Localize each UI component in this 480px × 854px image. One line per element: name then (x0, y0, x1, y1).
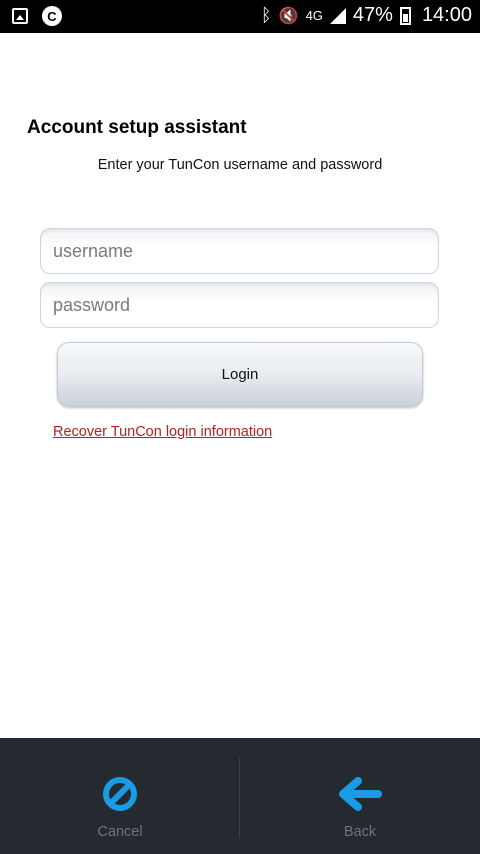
gallery-notification-icon (12, 8, 28, 24)
back-button[interactable]: Back (240, 738, 480, 854)
back-arrow-icon (336, 776, 384, 812)
mute-icon: 🔇 (278, 7, 299, 25)
cancel-icon (102, 776, 138, 812)
back-label: Back (343, 824, 377, 840)
battery-icon (399, 6, 411, 25)
network-type: 4G (305, 8, 323, 23)
cancel-button[interactable]: Cancel (0, 738, 240, 854)
username-field[interactable] (40, 228, 439, 274)
page-title: Account setup assistant (27, 117, 247, 138)
bluetooth-icon: ᛒ (260, 5, 272, 25)
battery-percent: 47% (352, 4, 393, 26)
password-field[interactable] (40, 282, 439, 328)
status-bar: C ᛒ 🔇 4G 47% 14:00 (0, 0, 480, 33)
signal-icon (329, 7, 346, 24)
clock: 14:00 (421, 4, 472, 26)
cancel-label: Cancel (97, 824, 143, 840)
bottom-navigation-bar: Cancel Back (0, 738, 480, 854)
page-subtitle: Enter your TunCon username and password (97, 157, 383, 173)
app-notification-icon: C (42, 6, 62, 26)
login-button[interactable]: Login (57, 342, 423, 407)
recover-login-link[interactable]: Recover TunCon login information (53, 424, 272, 440)
